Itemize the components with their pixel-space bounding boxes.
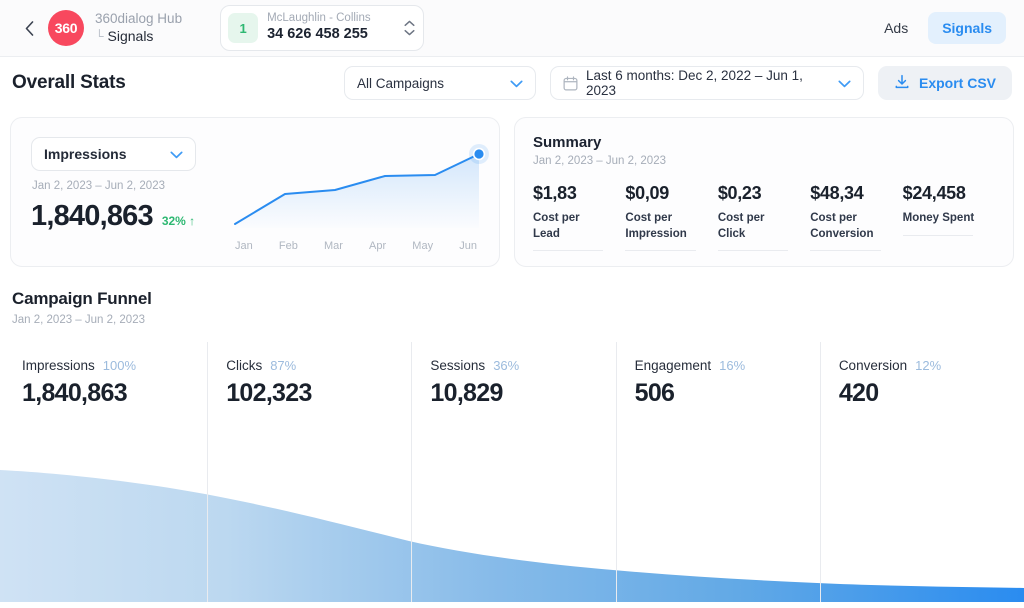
calendar-icon	[563, 75, 578, 91]
metric-select[interactable]: Impressions	[31, 137, 196, 171]
summary-card: Summary Jan 2, 2023 – Jun 2, 2023 $1,83 …	[514, 117, 1014, 267]
funnel-date-range: Jan 2, 2023 – Jun 2, 2023	[12, 314, 145, 326]
funnel-stage-pct: 12%	[915, 358, 942, 373]
summary-metric-value: $48,34	[810, 183, 864, 203]
impressions-card: Impressions Jan 2, 2023 – Jun 2, 2023 1,…	[10, 117, 500, 267]
funnel-stage-pct: 36%	[493, 358, 520, 373]
funnel-stage-name: Clicks	[226, 358, 263, 373]
summary-metric-label: Cost per Impression	[625, 212, 687, 240]
funnel-stage-pct: 87%	[270, 358, 297, 373]
funnel-stage-pct: 100%	[102, 358, 137, 373]
funnel-stage-name: Engagement	[634, 358, 712, 373]
funnel-stage-name: Conversion	[838, 358, 908, 373]
impressions-date-range: Jan 2, 2023 – Jun 2, 2023	[32, 180, 165, 192]
funnel-stage-value: 420	[838, 379, 879, 407]
summary-metric: $0,23 Cost per Click	[717, 183, 810, 252]
summary-metric-label: Cost per Lead	[533, 212, 580, 240]
funnel-chart-area: Impressions 100% 1,840,863 Clicks 87% 10…	[0, 342, 1024, 602]
summary-metric-label: Cost per Click	[717, 212, 765, 240]
account-badge: 1	[228, 13, 259, 43]
app-logo: 360	[48, 10, 84, 46]
nav-item-signals[interactable]: Signals	[928, 12, 1006, 44]
x-tick: May	[412, 240, 434, 252]
campaign-select[interactable]: All Campaigns	[343, 66, 536, 100]
summary-title: Summary	[533, 134, 602, 151]
funnel-stage-value: 506	[634, 379, 675, 407]
download-icon	[894, 74, 910, 93]
funnel-stage-value: 1,840,863	[22, 379, 128, 407]
impressions-delta: 32% ↑	[161, 214, 196, 228]
summary-metrics: $1,83 Cost per Lead $0,09 Cost per Impre…	[533, 183, 995, 252]
summary-metric: $24,458 Money Spent	[902, 183, 995, 251]
summary-metric-label: Cost per Conversion	[810, 212, 874, 240]
summary-metric-value: $0,23	[717, 183, 762, 203]
main-nav: Ads Signals	[870, 12, 1006, 44]
top-bar: 360 360dialog Hub └ Signals 1 McLaughlin…	[0, 0, 1024, 57]
breadcrumb-current: └ Signals	[95, 28, 182, 46]
funnel-stage[interactable]: Conversion 12% 420	[819, 342, 1024, 602]
chevron-down-icon	[170, 146, 183, 162]
stats-cards-row: Impressions Jan 2, 2023 – Jun 2, 2023 1,…	[0, 109, 1024, 267]
summary-date-range: Jan 2, 2023 – Jun 2, 2023	[533, 155, 666, 167]
breadcrumb-root: 360dialog Hub	[95, 10, 183, 26]
campaign-select-value: All Campaigns	[356, 75, 445, 91]
funnel-stage-columns: Impressions 100% 1,840,863 Clicks 87% 10…	[0, 342, 1024, 602]
breadcrumb-current-label: Signals	[107, 27, 154, 44]
sparkline-x-axis: Jan Feb Mar Apr May Jun	[221, 240, 491, 252]
account-name: McLaughlin - Collins	[267, 12, 371, 25]
summary-metric-value: $1,83	[533, 183, 577, 203]
account-number: 34 626 458 255	[267, 26, 368, 43]
chevron-left-icon	[25, 20, 33, 36]
impressions-value: 1,840,863	[31, 200, 154, 232]
divider	[625, 250, 696, 252]
divider	[810, 250, 881, 252]
filter-bar: Overall Stats All Campaigns Last 6 month…	[0, 57, 1024, 109]
export-csv-button[interactable]: Export CSV	[877, 66, 1012, 100]
summary-metric: $48,34 Cost per Conversion	[810, 183, 902, 252]
export-csv-label: Export CSV	[918, 75, 996, 91]
funnel-stage[interactable]: Clicks 87% 102,323	[207, 342, 411, 602]
x-tick: Mar	[323, 240, 343, 252]
funnel-stage-value: 10,829	[430, 379, 503, 407]
summary-metric: $0,09 Cost per Impression	[625, 183, 717, 252]
page-title: Overall Stats	[12, 72, 126, 93]
summary-metric: $1,83 Cost per Lead	[533, 183, 625, 252]
funnel-stage-value: 102,323	[226, 379, 312, 407]
divider	[902, 234, 974, 236]
account-selector[interactable]: 1 McLaughlin - Collins 34 626 458 255	[220, 5, 425, 51]
summary-metric-label: Money Spent	[902, 212, 975, 224]
date-range-select[interactable]: Last 6 months: Dec 2, 2022 – Jun 1, 2023	[549, 66, 864, 100]
nav-item-ads[interactable]: Ads	[870, 12, 922, 44]
funnel-stage[interactable]: Sessions 36% 10,829	[411, 342, 615, 602]
funnel-stage[interactable]: Impressions 100% 1,840,863	[0, 342, 207, 602]
breadcrumb: 360dialog Hub └ Signals	[95, 11, 182, 45]
divider	[533, 250, 604, 252]
funnel-header: Campaign Funnel Jan 2, 2023 – Jun 2, 202…	[0, 267, 1024, 326]
logo-text: 360	[54, 20, 78, 36]
back-button[interactable]	[18, 17, 40, 39]
summary-metric-value: $0,09	[625, 183, 669, 203]
x-tick: Feb	[278, 240, 298, 252]
funnel-title: Campaign Funnel	[12, 289, 152, 308]
account-stepper-icon[interactable]	[404, 20, 415, 36]
branch-corner-icon: └	[95, 28, 104, 43]
chevron-down-icon	[510, 76, 523, 91]
date-range-value: Last 6 months: Dec 2, 2022 – Jun 1, 2023	[585, 68, 803, 98]
impressions-sparkline-chart: Jan Feb Mar Apr May Jun	[221, 132, 491, 260]
summary-metric-value: $24,458	[902, 183, 966, 203]
funnel-stage[interactable]: Engagement 16% 506	[615, 342, 820, 602]
x-tick: Jan	[235, 240, 253, 252]
impressions-value-group: 1,840,863 32% ↑	[31, 200, 195, 233]
metric-select-value: Impressions	[44, 146, 127, 162]
funnel-stage-name: Sessions	[430, 358, 486, 373]
funnel-stage-name: Impressions	[22, 358, 95, 373]
x-tick: Apr	[369, 240, 387, 252]
x-tick: Jun	[459, 240, 477, 252]
funnel-stage-pct: 16%	[719, 358, 746, 373]
divider	[717, 250, 789, 252]
chevron-down-icon	[838, 76, 851, 91]
